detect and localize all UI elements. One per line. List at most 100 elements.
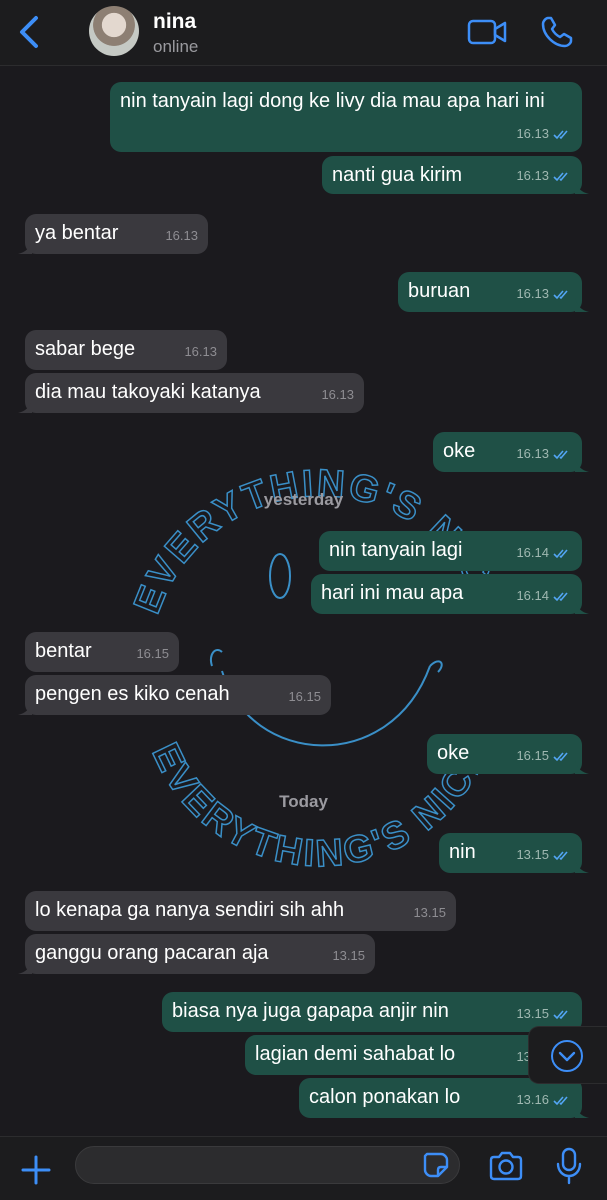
read-ticks-icon xyxy=(553,1095,568,1105)
message-meta: 13.15 xyxy=(516,1001,572,1027)
read-ticks-icon xyxy=(553,449,568,459)
video-call-icon[interactable] xyxy=(467,18,507,46)
bubble-tail-icon xyxy=(575,180,589,194)
message-time: 16.13 xyxy=(516,126,549,141)
message-text: ganggu orang pacaran aja xyxy=(35,942,269,964)
avatar[interactable] xyxy=(89,6,139,56)
bubble-tail-icon xyxy=(575,859,589,873)
message-text: pengen es kiko cenah xyxy=(35,683,230,705)
message-meta: 16.13 xyxy=(516,121,572,147)
chat-header: nina online xyxy=(0,0,607,66)
message-time: 16.15 xyxy=(136,646,169,661)
message-bubble-outgoing[interactable]: nin tanyain lagi dong ke livy dia mau ap… xyxy=(110,82,582,152)
message-bubble-outgoing[interactable]: nin 13.15 xyxy=(439,833,589,873)
read-ticks-icon xyxy=(553,751,568,761)
read-ticks-icon xyxy=(553,548,568,558)
microphone-icon[interactable] xyxy=(555,1147,583,1185)
message-time: 13.15 xyxy=(516,847,549,862)
message-meta: 13.15 xyxy=(516,842,572,868)
message-meta: 16.13 xyxy=(165,223,198,249)
message-time: 13.15 xyxy=(332,948,365,963)
bubble-tail-icon xyxy=(18,240,32,254)
message-time: 16.14 xyxy=(516,588,549,603)
message-text: calon ponakan lo xyxy=(309,1086,461,1108)
message-text: oke xyxy=(443,440,476,462)
message-time: 16.13 xyxy=(321,387,354,402)
message-text: lagian demi sahabat lo xyxy=(255,1043,456,1065)
message-time: 16.13 xyxy=(165,228,198,243)
message-meta: 13.15 xyxy=(332,943,365,969)
message-time: 16.14 xyxy=(516,545,549,560)
message-text: biasa nya juga gapapa anjir nin xyxy=(172,1000,449,1022)
camera-icon[interactable] xyxy=(488,1151,524,1181)
message-bubble-outgoing[interactable]: oke 16.13 xyxy=(433,432,589,472)
chevron-down-circle-icon xyxy=(551,1040,583,1072)
bubble-tail-icon xyxy=(575,458,589,472)
message-text: ya bentar xyxy=(35,222,119,244)
message-time: 13.15 xyxy=(516,1006,549,1021)
message-meta: 16.13 xyxy=(184,339,217,365)
message-meta: 16.15 xyxy=(136,641,169,667)
message-meta: 16.14 xyxy=(516,583,572,609)
message-text: hari ini mau apa xyxy=(321,582,464,604)
message-bubble-incoming[interactable]: sabar bege 16.13 xyxy=(25,330,227,370)
message-time: 16.13 xyxy=(516,286,549,301)
message-bubble-incoming[interactable]: pengen es kiko cenah 16.15 xyxy=(18,675,331,715)
message-text: lo kenapa ga nanya sendiri sih ahh xyxy=(35,899,345,921)
message-bubble-incoming[interactable]: dia mau takoyaki katanya 16.13 xyxy=(18,373,364,413)
scroll-down-button[interactable] xyxy=(528,1026,607,1084)
message-text: oke xyxy=(437,742,470,764)
message-time: 16.13 xyxy=(184,344,217,359)
read-ticks-icon xyxy=(553,129,568,139)
message-text: nanti gua kirim xyxy=(332,164,463,186)
message-text: nin tanyain lagi xyxy=(329,539,463,561)
date-separator: Today xyxy=(279,792,328,811)
message-bubble-incoming[interactable]: ganggu orang pacaran aja 13.15 xyxy=(18,934,375,974)
message-bubble-outgoing[interactable]: biasa nya juga gapapa anjir nin 13.15 xyxy=(162,992,582,1032)
message-bubble-outgoing[interactable]: oke 16.15 xyxy=(427,734,589,774)
message-bubble-incoming[interactable]: bentar 16.15 xyxy=(25,632,179,672)
phone-icon[interactable] xyxy=(540,15,574,49)
bubble-tail-icon xyxy=(575,298,589,312)
contact-name[interactable]: nina xyxy=(153,10,196,34)
bubble-tail-icon xyxy=(575,1104,589,1118)
read-ticks-icon xyxy=(553,171,568,181)
read-ticks-icon xyxy=(553,850,568,860)
message-text: dia mau takoyaki katanya xyxy=(35,381,261,403)
message-bubble-outgoing[interactable]: hari ini mau apa 16.14 xyxy=(311,574,589,614)
message-time: 16.13 xyxy=(516,168,549,183)
message-meta: 16.14 xyxy=(516,540,572,566)
date-separator: yesterday xyxy=(263,490,344,509)
message-bubble-outgoing[interactable]: nin tanyain lagi 16.14 xyxy=(319,531,582,571)
read-ticks-icon xyxy=(553,1009,568,1019)
bubble-tail-icon xyxy=(18,399,32,413)
message-meta: 16.13 xyxy=(321,382,354,408)
message-meta: 16.15 xyxy=(288,684,321,710)
message-text: bentar xyxy=(35,640,92,662)
message-text: buruan xyxy=(408,280,471,302)
message-time: 13.15 xyxy=(413,905,446,920)
message-time: 16.15 xyxy=(288,689,321,704)
sticker-icon[interactable] xyxy=(422,1151,450,1179)
message-input[interactable] xyxy=(75,1146,460,1184)
contact-status: online xyxy=(153,37,199,56)
message-bubble-incoming[interactable]: ya bentar 16.13 xyxy=(18,214,208,254)
message-bubble-outgoing[interactable]: buruan 16.13 xyxy=(398,272,589,312)
message-meta: 16.15 xyxy=(516,743,572,769)
chat-area[interactable]: EVERYTHING'S NICE EVERYTHING'S NICE nin … xyxy=(0,66,607,1136)
message-time: 13.16 xyxy=(516,1092,549,1107)
message-time: 16.13 xyxy=(516,446,549,461)
message-text: nin tanyain lagi dong ke livy dia mau ap… xyxy=(120,90,545,112)
message-meta: 13.15 xyxy=(413,900,446,926)
message-input-bar xyxy=(0,1136,607,1200)
message-meta: 16.13 xyxy=(516,441,572,467)
message-text: nin xyxy=(449,841,476,863)
message-bubble-incoming[interactable]: lo kenapa ga nanya sendiri sih ahh 13.15 xyxy=(25,891,456,931)
plus-icon[interactable] xyxy=(20,1154,52,1186)
message-meta: 13.16 xyxy=(516,1087,572,1113)
bubble-tail-icon xyxy=(18,701,32,715)
message-text: sabar bege xyxy=(35,338,136,360)
back-chevron-icon[interactable] xyxy=(14,14,44,50)
message-bubble-outgoing[interactable]: nanti gua kirim 16.13 xyxy=(322,156,589,194)
message-meta: 16.13 xyxy=(516,163,572,189)
